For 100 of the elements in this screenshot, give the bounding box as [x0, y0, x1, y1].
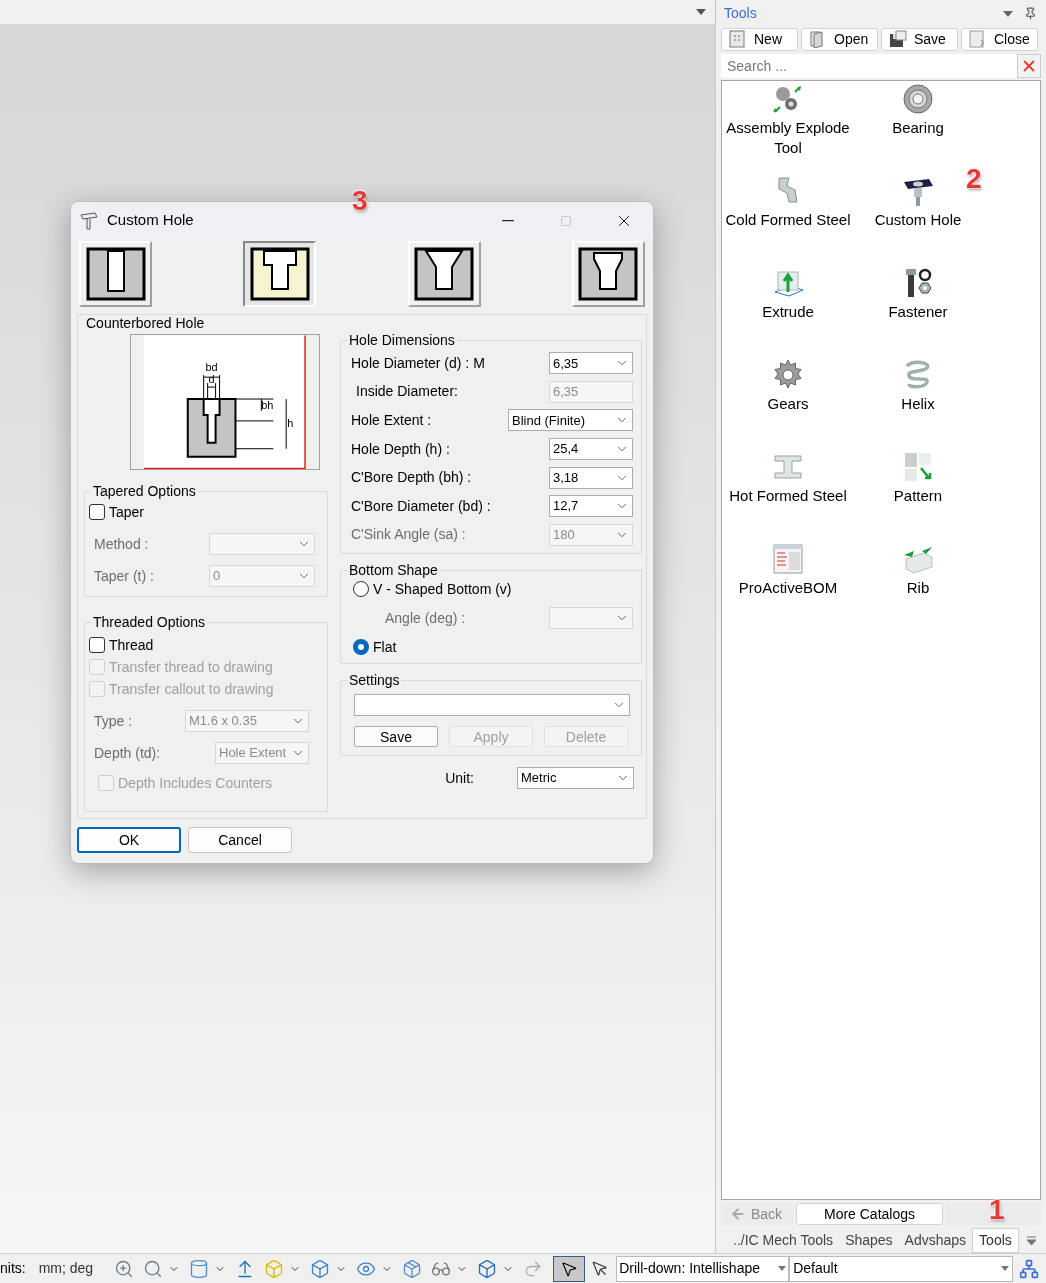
box-icon[interactable]: [402, 1258, 423, 1279]
field-label: C'Bore Depth (bh) :: [351, 468, 472, 488]
zoom-icon[interactable]: [114, 1258, 135, 1279]
catalog-item[interactable]: ProActiveBOM: [738, 540, 838, 598]
field-label: Inside Diameter:: [356, 382, 458, 402]
callout-number: 1: [989, 1193, 1005, 1227]
callout-number: 3: [352, 184, 368, 218]
field-label: C'Sink Angle (sa) :: [351, 525, 466, 545]
group-title: Tapered Options: [91, 482, 198, 500]
checkbox-label: Taper: [109, 502, 145, 522]
hierarchy-icon[interactable]: [1019, 1258, 1040, 1279]
catalog-item[interactable]: Bearing: [892, 80, 944, 138]
panel-tab[interactable]: ../IC Mech Tools: [727, 1228, 840, 1253]
checkbox-label: Transfer callout to drawing: [109, 679, 274, 699]
select-tool-button[interactable]: [553, 1255, 586, 1282]
radio-button[interactable]: [353, 639, 369, 655]
dropdown-field[interactable]: 25,4: [549, 438, 633, 460]
radio-label: V - Shaped Bottom (v): [373, 579, 512, 599]
panel-button[interactable]: Open: [801, 27, 878, 51]
panel-tab[interactable]: Shapes: [839, 1228, 899, 1253]
field-label: Hole Depth (h) :: [351, 439, 450, 459]
callout-number: 2: [966, 162, 982, 196]
cube-icon[interactable]: [477, 1258, 498, 1279]
dropdown-field[interactable]: Blind (Finite): [508, 409, 633, 432]
cylinder-icon[interactable]: [189, 1258, 210, 1279]
caret-icon: [1001, 1266, 1010, 1271]
checkbox[interactable]: [89, 504, 105, 520]
hole-type-icon: [576, 245, 641, 303]
panel-button[interactable]: Save: [881, 27, 958, 51]
group-title: Threaded Options: [91, 613, 208, 631]
style-dropdown[interactable]: Default: [789, 1255, 1014, 1282]
radio-label: Flat: [373, 637, 397, 657]
radio-button[interactable]: [353, 581, 369, 597]
more-catalogs-button[interactable]: More Catalogs: [796, 1203, 943, 1225]
dropdown-field[interactable]: 3,18: [549, 466, 633, 489]
dropdown-arrow-icon[interactable]: [1002, 10, 1014, 18]
new-document-icon: [728, 30, 748, 49]
field-label: Type :: [94, 711, 133, 731]
panel-button[interactable]: New: [721, 27, 798, 51]
panel-title: Tools: [724, 4, 757, 24]
pin-icon[interactable]: [1024, 7, 1037, 21]
field-label: Angle (deg) :: [385, 608, 466, 628]
dropdown-field[interactable]: [354, 694, 630, 716]
dimension-label: bh: [261, 398, 274, 411]
clear-search-button[interactable]: [1017, 53, 1041, 78]
section-title: Counterbored Hole: [86, 314, 206, 332]
overflow-icon[interactable]: [1026, 1235, 1037, 1246]
minimize-icon: [502, 219, 514, 222]
search-field[interactable]: Search ...: [721, 53, 1017, 78]
dimension-label: h: [287, 416, 294, 429]
catalog-item[interactable]: Custom Hole: [874, 172, 962, 230]
caret-icon: [778, 1266, 787, 1271]
field-label: Hole Extent :: [351, 410, 432, 430]
field-label: Method :: [94, 534, 149, 554]
cube-icon[interactable]: [310, 1258, 331, 1279]
catalog-item[interactable]: Fastener: [888, 264, 948, 322]
checkbox-label: Thread: [109, 635, 154, 655]
group-title: Bottom Shape: [347, 561, 440, 579]
catalog-item[interactable]: Gears: [767, 356, 809, 414]
checkbox[interactable]: [89, 637, 105, 653]
hole-tool-icon: [79, 210, 99, 231]
units-label: nits:: [0, 1259, 26, 1278]
pointer-icon[interactable]: [591, 1259, 610, 1278]
field-label: Hole Diameter (d) : M: [351, 353, 485, 373]
hole-type-icon: [412, 245, 477, 303]
catalog-item[interactable]: Cold Formed Steel: [725, 172, 851, 230]
settings-button[interactable]: Save: [354, 726, 438, 747]
catalog-item[interactable]: Assembly Explode Tool: [723, 80, 853, 158]
group-title: Settings: [347, 671, 402, 689]
catalog-item[interactable]: Pattern: [893, 448, 943, 506]
maximize-icon: [560, 214, 572, 227]
floppy-disk-icon: [888, 30, 908, 49]
panel-tab[interactable]: Advshaps: [898, 1228, 973, 1253]
panel-tab[interactable]: Tools: [972, 1228, 1019, 1253]
dimension-label: bd: [205, 361, 218, 374]
checkbox-label: Transfer thread to drawing: [109, 657, 273, 677]
catalog-item[interactable]: Hot Formed Steel: [729, 448, 847, 506]
pointer-icon: [560, 1259, 579, 1278]
catalog-item[interactable]: Rib: [901, 540, 935, 598]
field-label: Taper (t) :: [94, 566, 154, 586]
catalog-item[interactable]: Helix: [901, 356, 935, 414]
dialog-button[interactable]: Cancel: [188, 827, 292, 853]
window-title: Custom Hole: [107, 210, 194, 231]
hole-type-button[interactable]: [243, 241, 317, 307]
drilldown-dropdown[interactable]: Drill-down: Intellishape: [616, 1255, 790, 1282]
dropdown-field[interactable]: Metric: [517, 767, 634, 789]
dropdown-field[interactable]: 6,35: [549, 352, 633, 375]
dropdown-field[interactable]: 12,7: [549, 495, 633, 518]
catalog-item[interactable]: Extrude: [762, 264, 814, 322]
field-label: Depth (td):: [94, 743, 161, 763]
units-value: mm; deg: [38, 1259, 94, 1278]
panel-button[interactable]: Close: [961, 27, 1038, 51]
window-icon: [771, 541, 805, 576]
dialog-button[interactable]: OK: [77, 827, 181, 853]
checkbox-label: Depth Includes Counters: [118, 773, 273, 793]
dimension-label: d: [208, 373, 215, 386]
dropdown-arrow-icon[interactable]: [695, 8, 707, 16]
field-label: Unit:: [445, 768, 474, 788]
field-label: C'Bore Diameter (bd) :: [351, 496, 491, 516]
search-icon[interactable]: [143, 1258, 164, 1279]
